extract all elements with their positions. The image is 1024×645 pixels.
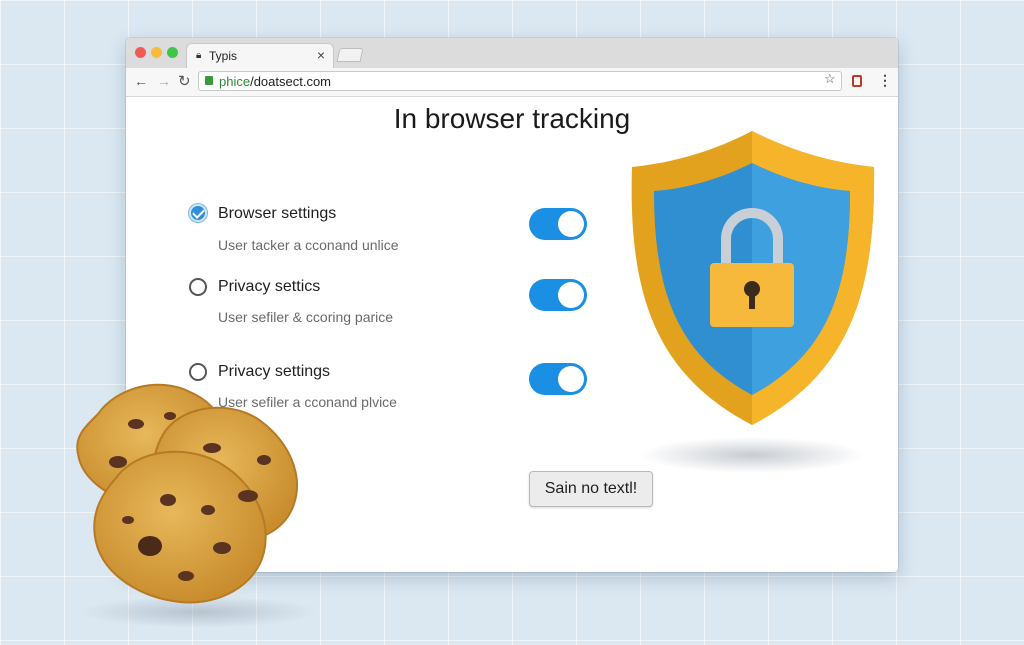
toggle-knob: [558, 366, 584, 392]
tab-bar: 🔒︎ Typis ×: [126, 38, 898, 69]
extension-icon[interactable]: [852, 75, 862, 87]
option-1-checkbox[interactable]: [189, 204, 207, 222]
close-tab-icon[interactable]: ×: [317, 47, 325, 63]
option-1-toggle[interactable]: [529, 208, 587, 240]
option-1-label: Browser settings: [218, 205, 337, 222]
url-protocol: phice: [219, 74, 251, 89]
option-2-label: Privacy settics: [218, 278, 321, 295]
option-3-toggle[interactable]: [529, 363, 587, 395]
close-window-button[interactable]: [135, 47, 146, 58]
new-tab-button[interactable]: [336, 48, 364, 62]
option-1-description: User tacker a cconand unlice: [218, 237, 399, 253]
maximize-window-button[interactable]: [167, 47, 178, 58]
reload-icon[interactable]: ↻: [178, 72, 191, 90]
url-text: phice/doatsect.com: [219, 74, 331, 89]
browser-tab[interactable]: 🔒︎ Typis ×: [186, 43, 334, 68]
address-bar[interactable]: phice/doatsect.com: [198, 71, 842, 91]
shield-padlock-icon: [626, 105, 886, 485]
option-2-toggle[interactable]: [529, 279, 587, 311]
option-2-description: User sefiler & ccoring parice: [218, 309, 394, 325]
minimize-window-button[interactable]: [151, 47, 162, 58]
secure-lock-icon: [205, 76, 213, 85]
browser-toolbar: ← → ↻ phice/doatsect.com ☆ ⋮: [126, 68, 898, 97]
toggle-knob: [558, 282, 584, 308]
bookmark-star-icon[interactable]: ☆: [824, 71, 836, 87]
url-domain: /doatsect.com: [250, 74, 332, 89]
toggle-knob: [558, 211, 584, 237]
lock-icon: 🔒︎: [196, 50, 202, 61]
forward-arrow-icon[interactable]: →: [157, 73, 171, 89]
option-2-radio[interactable]: [189, 278, 207, 296]
tab-title: Typis: [209, 49, 238, 63]
menu-icon[interactable]: ⋮: [878, 72, 892, 89]
back-arrow-icon[interactable]: ←: [134, 73, 148, 89]
cookies-icon: [58, 370, 328, 640]
